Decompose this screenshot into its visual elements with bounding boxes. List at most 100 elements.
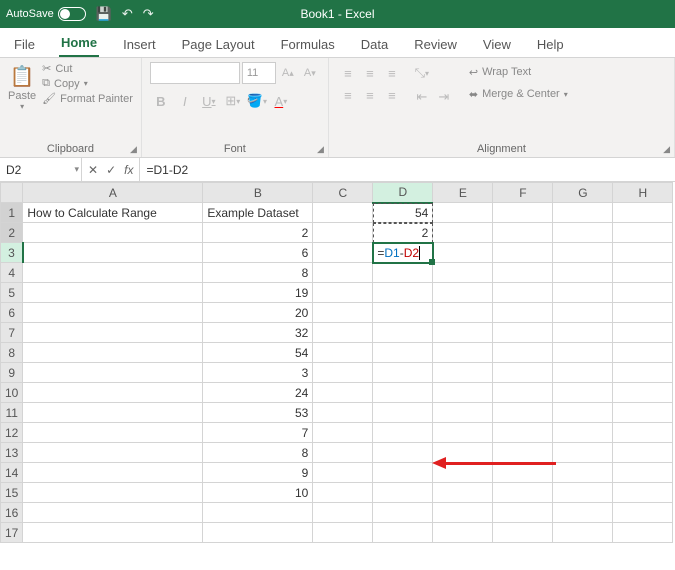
enter-icon[interactable]: ✓: [106, 163, 116, 177]
cell[interactable]: [373, 523, 433, 543]
cell[interactable]: [23, 263, 203, 283]
cell[interactable]: [313, 363, 373, 383]
cell[interactable]: [613, 223, 673, 243]
cell[interactable]: [313, 523, 373, 543]
cell[interactable]: [23, 363, 203, 383]
cell[interactable]: [493, 283, 553, 303]
cell[interactable]: [433, 483, 493, 503]
cell[interactable]: [433, 343, 493, 363]
cell[interactable]: [373, 283, 433, 303]
cell[interactable]: [613, 483, 673, 503]
font-color-button[interactable]: A▾: [270, 90, 292, 112]
formula-input[interactable]: =D1-D2: [140, 158, 675, 181]
cell[interactable]: [313, 203, 373, 223]
row-header[interactable]: 16: [1, 503, 23, 523]
cell[interactable]: [313, 483, 373, 503]
autosave-toggle[interactable]: AutoSave: [6, 7, 86, 21]
cell[interactable]: [613, 523, 673, 543]
cell[interactable]: [613, 303, 673, 323]
cell[interactable]: [23, 443, 203, 463]
cell[interactable]: [313, 243, 373, 263]
cell[interactable]: 8: [203, 443, 313, 463]
borders-button[interactable]: ⊞▾: [222, 90, 244, 112]
dialog-launcher-icon[interactable]: ◢: [663, 144, 670, 155]
dialog-launcher-icon[interactable]: ◢: [317, 144, 324, 155]
cell[interactable]: [553, 263, 613, 283]
cell[interactable]: [373, 363, 433, 383]
cell[interactable]: [23, 383, 203, 403]
cell[interactable]: [373, 323, 433, 343]
cell[interactable]: [313, 463, 373, 483]
cell[interactable]: [553, 343, 613, 363]
cell[interactable]: 7: [203, 423, 313, 443]
cell[interactable]: 20: [203, 303, 313, 323]
cell[interactable]: [313, 503, 373, 523]
cell[interactable]: [493, 343, 553, 363]
dialog-launcher-icon[interactable]: ◢: [130, 144, 137, 155]
cell[interactable]: [553, 423, 613, 443]
toggle-switch[interactable]: [58, 7, 86, 21]
italic-button[interactable]: I: [174, 90, 196, 112]
redo-icon[interactable]: ↷: [143, 6, 154, 22]
cell[interactable]: Example Dataset: [203, 203, 313, 223]
cell[interactable]: [23, 303, 203, 323]
cell[interactable]: [553, 243, 613, 263]
tab-formulas[interactable]: Formulas: [279, 37, 337, 57]
row-header[interactable]: 15: [1, 483, 23, 503]
cell[interactable]: 6: [203, 243, 313, 263]
cell[interactable]: [373, 303, 433, 323]
select-all-corner[interactable]: [1, 183, 23, 203]
cell[interactable]: 3: [203, 363, 313, 383]
cell[interactable]: [313, 343, 373, 363]
cell[interactable]: [613, 443, 673, 463]
cell[interactable]: [493, 263, 553, 283]
cell[interactable]: [433, 203, 493, 223]
row-header[interactable]: 14: [1, 463, 23, 483]
cell[interactable]: [373, 383, 433, 403]
cell[interactable]: [313, 223, 373, 243]
tab-view[interactable]: View: [481, 37, 513, 57]
cell[interactable]: [493, 203, 553, 223]
cell[interactable]: [23, 483, 203, 503]
cell-editing[interactable]: =D1-D2: [373, 243, 433, 263]
col-header[interactable]: B: [203, 183, 313, 203]
cell[interactable]: [433, 303, 493, 323]
tab-review[interactable]: Review: [412, 37, 459, 57]
cell[interactable]: [613, 203, 673, 223]
cell[interactable]: [313, 283, 373, 303]
cell[interactable]: [433, 223, 493, 243]
cell[interactable]: [433, 503, 493, 523]
cell[interactable]: [373, 343, 433, 363]
cell[interactable]: [553, 323, 613, 343]
merge-center-button[interactable]: ⬌Merge & Center▾: [469, 84, 568, 104]
cell[interactable]: [23, 463, 203, 483]
fx-button[interactable]: fx: [124, 163, 133, 177]
tab-home[interactable]: Home: [59, 35, 99, 57]
row-header[interactable]: 13: [1, 443, 23, 463]
cell[interactable]: [433, 363, 493, 383]
cell[interactable]: [613, 463, 673, 483]
cell[interactable]: [373, 463, 433, 483]
tab-file[interactable]: File: [12, 37, 37, 57]
cell[interactable]: [23, 323, 203, 343]
row-header[interactable]: 5: [1, 283, 23, 303]
cell[interactable]: [313, 323, 373, 343]
row-header[interactable]: 10: [1, 383, 23, 403]
cell[interactable]: [613, 243, 673, 263]
cell[interactable]: [433, 283, 493, 303]
cancel-icon[interactable]: ✕: [88, 163, 98, 177]
cell[interactable]: [433, 263, 493, 283]
col-header[interactable]: D: [373, 183, 433, 203]
col-header[interactable]: G: [553, 183, 613, 203]
cell[interactable]: [313, 403, 373, 423]
cell[interactable]: [313, 423, 373, 443]
cell[interactable]: [433, 423, 493, 443]
undo-icon[interactable]: ↶: [122, 6, 133, 22]
cell[interactable]: [433, 243, 493, 263]
fill-color-button[interactable]: 🪣▾: [246, 90, 268, 112]
cell[interactable]: 2: [373, 223, 433, 243]
tab-insert[interactable]: Insert: [121, 37, 158, 57]
cell[interactable]: [553, 483, 613, 503]
font-size-select[interactable]: [242, 62, 276, 84]
cell[interactable]: 19: [203, 283, 313, 303]
